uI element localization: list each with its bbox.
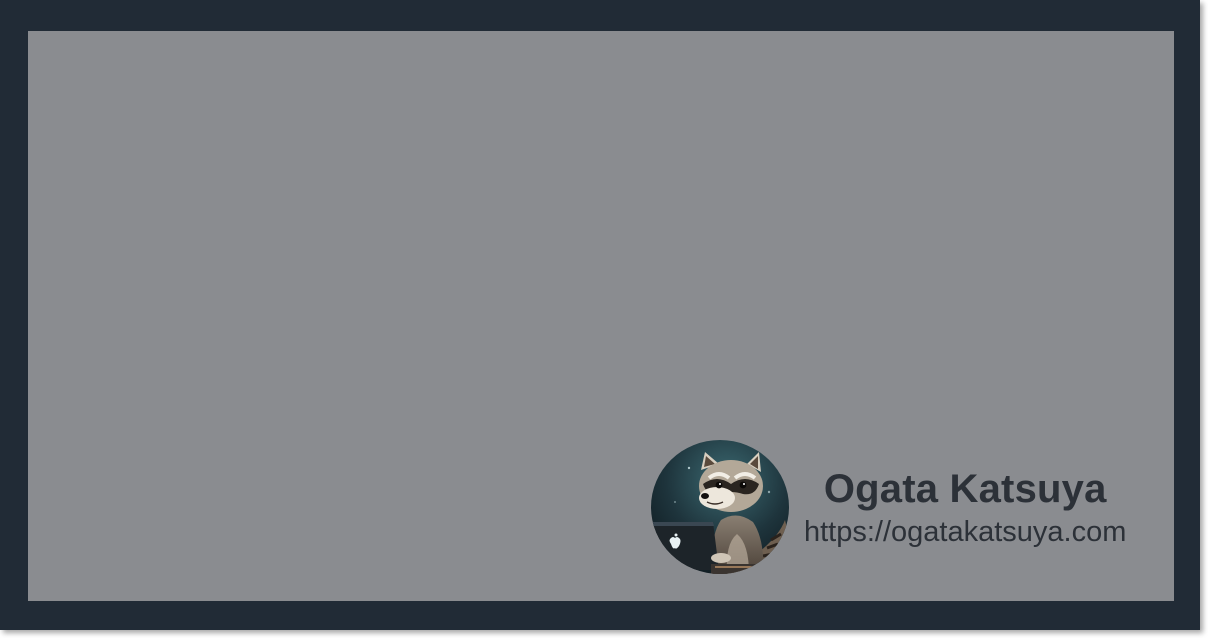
author-block: Ogata Katsuya https://ogatakatsuya.com [651, 440, 1126, 574]
og-card: Ogata Katsuya https://ogatakatsuya.com [28, 31, 1174, 601]
author-url[interactable]: https://ogatakatsuya.com [804, 514, 1126, 550]
author-name: Ogata Katsuya [823, 466, 1107, 511]
og-card-frame: Ogata Katsuya https://ogatakatsuya.com [0, 0, 1200, 630]
avatar [651, 440, 789, 574]
raccoon-avatar-icon [651, 440, 789, 574]
author-text: Ogata Katsuya https://ogatakatsuya.com [804, 465, 1126, 550]
